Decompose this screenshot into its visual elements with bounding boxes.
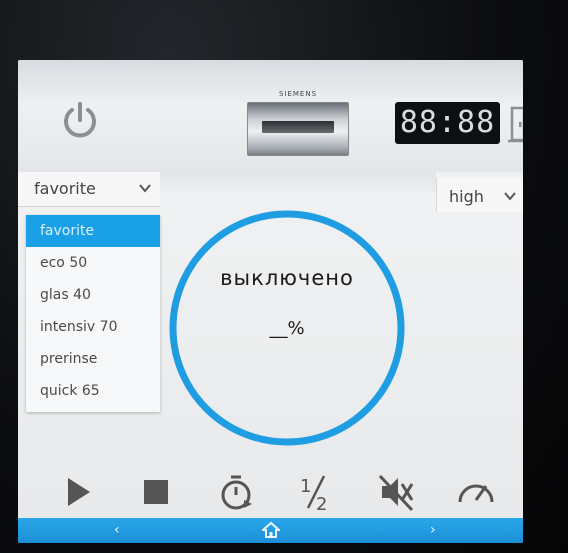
level-dropdown[interactable]: high [436, 178, 523, 212]
brand-area: SIEMENS [243, 90, 353, 165]
brand-logo: SIEMENS [278, 90, 318, 98]
menu-item-intensiv-70[interactable]: intensiv 70 [26, 311, 160, 343]
control-bar: 1 2 [18, 470, 523, 520]
nav-forward-button[interactable]: › [430, 522, 436, 538]
menu-item-favorite[interactable]: favorite [26, 215, 160, 247]
svg-text:2: 2 [316, 494, 327, 514]
stop-icon[interactable] [134, 470, 178, 514]
status-text: выключено [220, 266, 354, 290]
navigation-bar: ‹ › [18, 518, 523, 543]
svg-text:1: 1 [300, 476, 311, 497]
home-icon[interactable] [262, 521, 280, 539]
progress-percent: __% [269, 318, 305, 339]
menu-item-eco-50[interactable]: eco 50 [26, 247, 160, 279]
clock-display[interactable]: 88:88 [395, 102, 500, 144]
door-icon[interactable] [508, 104, 523, 144]
program-dropdown[interactable]: favorite [18, 172, 160, 207]
dishwasher-image [247, 102, 349, 156]
play-icon[interactable] [58, 470, 102, 514]
level-dropdown-value: high [449, 187, 484, 206]
chevron-down-icon [139, 184, 151, 193]
touch-screen: SIEMENS 88:88 favorite high favorite eco… [18, 60, 523, 543]
timer-icon[interactable] [214, 470, 258, 514]
chevron-down-icon [504, 192, 516, 201]
menu-item-prerinse[interactable]: prerinse [26, 343, 160, 375]
half-load-icon[interactable]: 1 2 [294, 470, 338, 514]
program-dropdown-value: favorite [34, 179, 96, 198]
top-bar: SIEMENS 88:88 [18, 60, 523, 172]
mute-icon[interactable] [374, 470, 418, 514]
program-menu: favorite eco 50 glas 40 intensiv 70 prer… [26, 215, 160, 412]
header-strip [160, 172, 436, 192]
menu-item-quick-65[interactable]: quick 65 [26, 375, 160, 407]
power-icon[interactable] [60, 100, 100, 140]
menu-item-glas-40[interactable]: glas 40 [26, 279, 160, 311]
nav-back-button[interactable]: ‹ [114, 522, 120, 538]
speed-gauge-icon[interactable] [454, 470, 498, 514]
